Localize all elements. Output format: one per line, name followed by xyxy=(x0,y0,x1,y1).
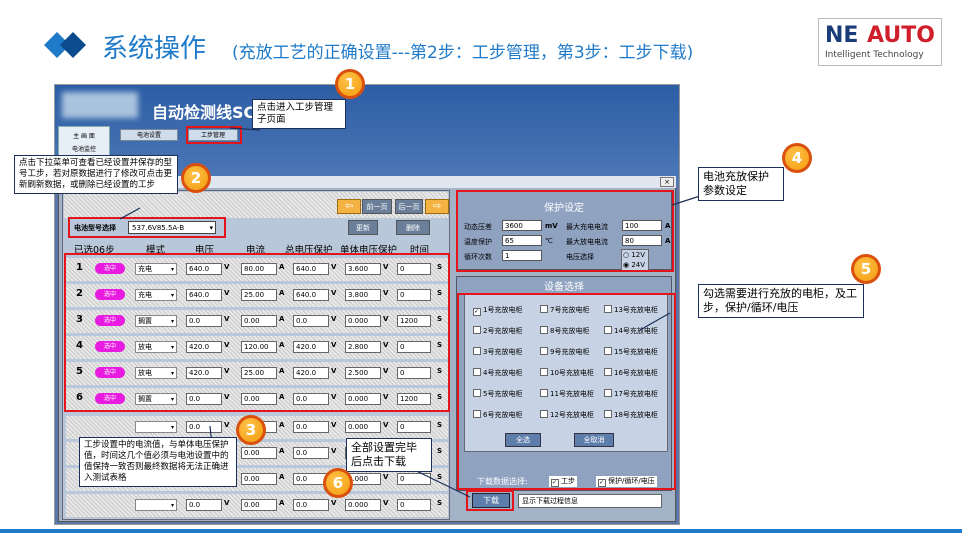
step-badge-5: 5 xyxy=(851,254,881,284)
step-badge-4: 4 xyxy=(782,143,812,173)
callout-4: 电池充放保护参数设定 xyxy=(698,167,784,201)
step-badge-1: 1 xyxy=(335,69,365,99)
callout-1: 点击进入工步管理子页面 xyxy=(252,99,346,129)
step-badge-2: 2 xyxy=(181,163,211,193)
footer-rule xyxy=(0,529,962,533)
callout-3: 工步设置中的电流值，与单体电压保护值，时间这几个值必须与电池设置中的值保持一致否… xyxy=(79,437,237,487)
callout-2: 点击下拉菜单可查看已经设置并保存的型号工步，若对原数据进行了修改可点击更新刷新数… xyxy=(14,155,178,194)
callout-5: 勾选需要进行充放的电柜，及工步，保护/循环/电压 xyxy=(698,284,864,318)
step-badge-6: 6 xyxy=(323,468,353,498)
step-badge-3: 3 xyxy=(236,415,266,445)
callout-6: 全部设置完毕后点击下载 xyxy=(346,438,432,472)
